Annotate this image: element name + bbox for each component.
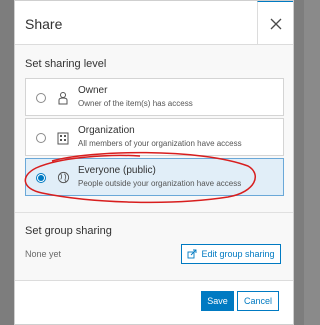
share-dialog: Share Set sharing level Owner Owner of t…	[14, 0, 294, 325]
share-group-icon	[188, 249, 197, 259]
cancel-button[interactable]: Cancel	[237, 291, 279, 311]
option-description: All members of your organization have ac…	[78, 139, 242, 148]
backdrop-right	[294, 0, 304, 325]
dialog-title: Share	[25, 16, 63, 32]
option-everyone-public[interactable]: Everyone (public) People outside your or…	[25, 158, 284, 196]
group-sharing-status: None yet	[25, 249, 62, 259]
group-sharing-label: Set group sharing	[25, 225, 112, 237]
section-divider	[15, 212, 293, 213]
option-organization[interactable]: Organization All members of your organiz…	[25, 118, 284, 156]
option-name: Everyone (public)	[78, 165, 156, 176]
close-icon	[270, 18, 281, 29]
sharing-level-label: Set sharing level	[25, 58, 107, 70]
save-button[interactable]: Save	[201, 291, 234, 311]
owner-radio[interactable]	[36, 93, 46, 103]
person-icon	[58, 92, 68, 105]
building-icon	[57, 132, 69, 145]
edit-group-sharing-label: Edit group sharing	[201, 249, 275, 259]
dialog-header: Share	[15, 1, 293, 45]
option-description: People outside your organization have ac…	[78, 179, 242, 188]
option-name: Owner	[78, 85, 108, 96]
option-owner[interactable]: Owner Owner of the item(s) has access	[25, 78, 284, 116]
everyone-radio[interactable]	[36, 173, 46, 183]
close-button[interactable]	[257, 1, 293, 45]
edit-group-sharing-button[interactable]: Edit group sharing	[181, 244, 281, 264]
dialog-footer: Save Cancel	[15, 280, 293, 324]
option-name: Organization	[78, 125, 135, 136]
backdrop-left	[0, 0, 14, 325]
organization-radio[interactable]	[36, 133, 46, 143]
globe-icon	[57, 171, 70, 184]
option-description: Owner of the item(s) has access	[78, 99, 193, 108]
